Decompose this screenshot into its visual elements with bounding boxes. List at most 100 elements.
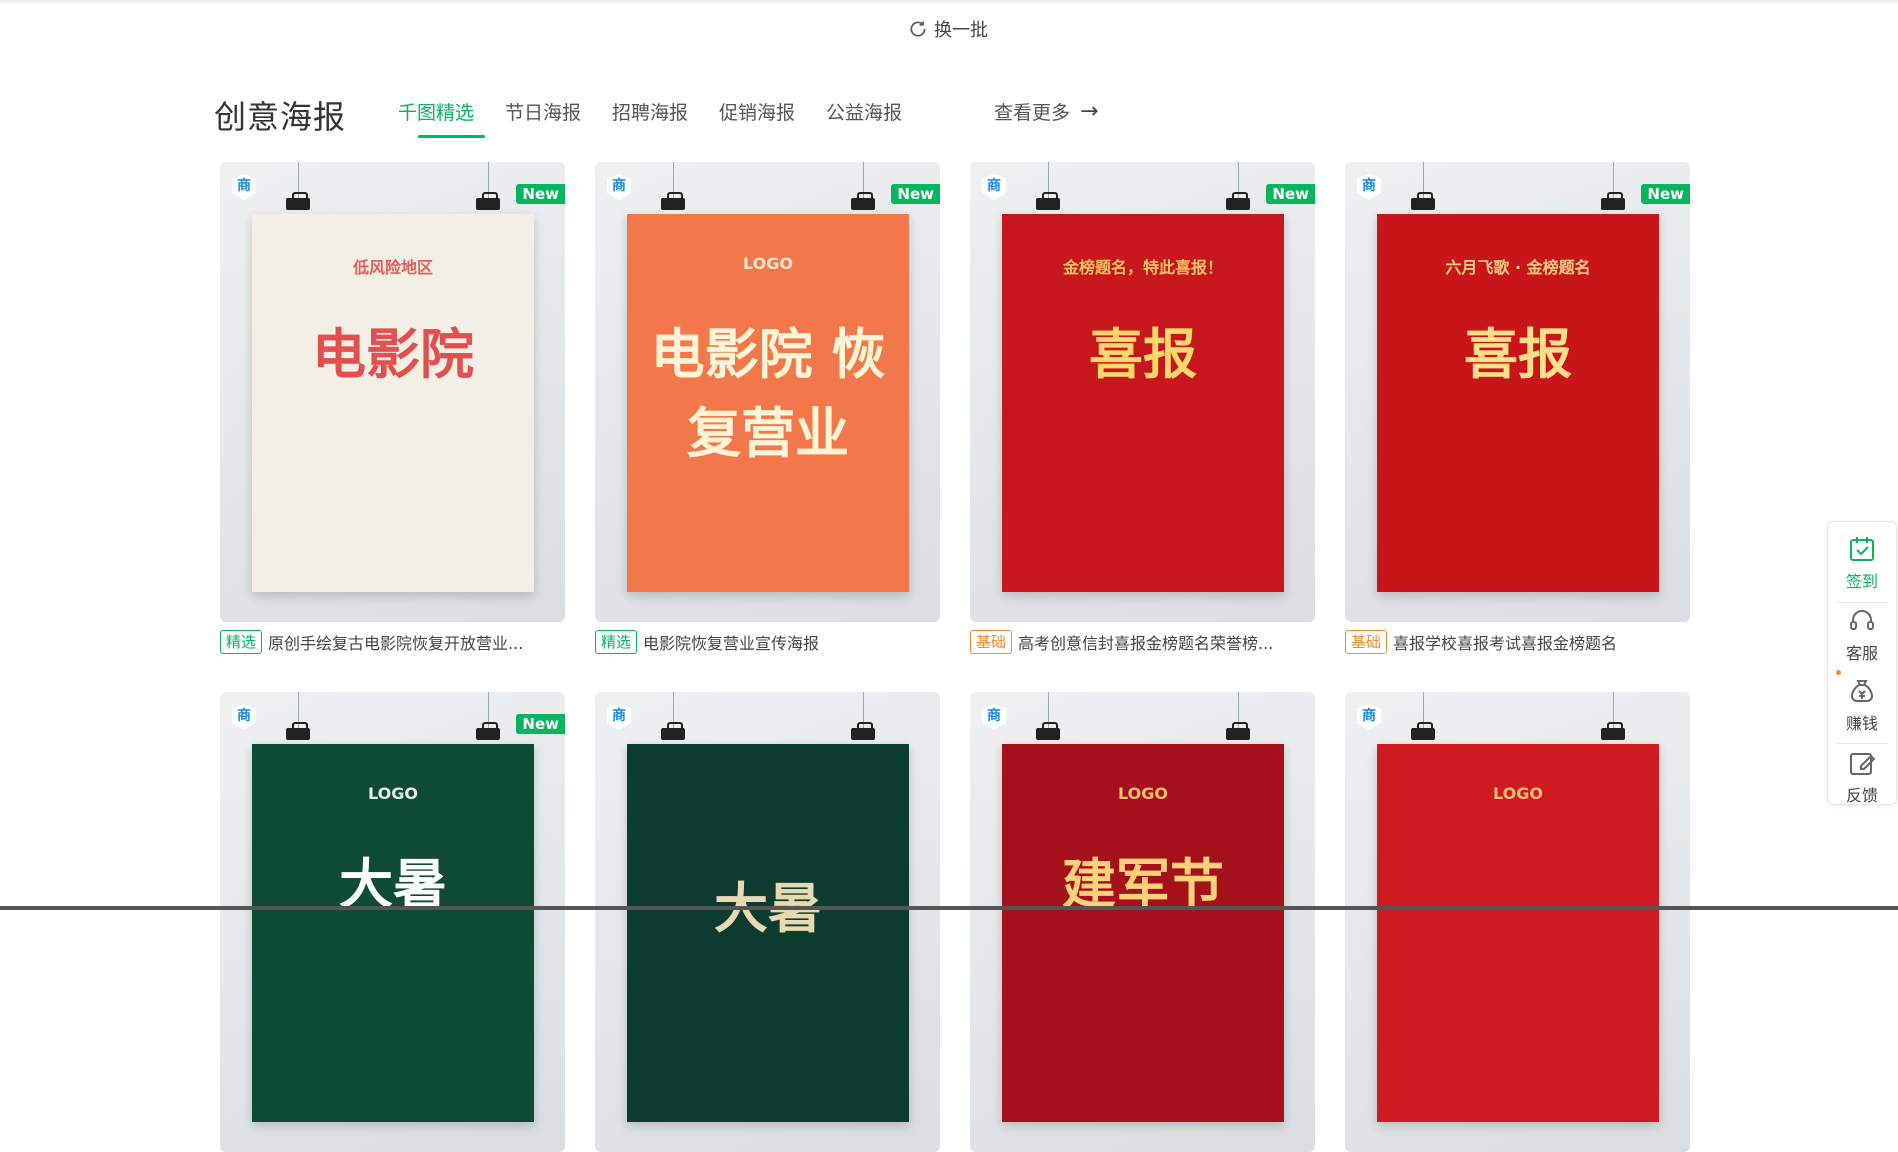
headset-icon — [1850, 610, 1874, 630]
poster-title-text: 电影院 恢复营业 — [650, 323, 886, 465]
card-caption[interactable]: 基础 高考创意信封喜报金榜题名荣誉榜... — [970, 630, 1273, 654]
template-card[interactable]: 商 New 电影院 低风险地区 — [220, 162, 565, 622]
poster-preview: 建军节 LOGO — [1002, 744, 1284, 1122]
view-more-label: 查看更多 — [994, 102, 1071, 124]
template-card[interactable]: 商 New 喜报 六月飞歌 · 金榜题名 — [1345, 162, 1690, 622]
basic-tag: 基础 — [1345, 630, 1388, 654]
poster-preview: 电影院 恢复营业 LOGO — [627, 214, 909, 592]
poster-sub-text: LOGO — [1118, 784, 1168, 803]
binder-clip — [476, 192, 500, 210]
poster-sub-text: 金榜题名，特此喜报！ — [1062, 258, 1223, 277]
commercial-badge: 商 — [1357, 704, 1381, 730]
poster-title-text: 电影院 — [312, 323, 474, 386]
customer-service-button[interactable]: 客服 — [1828, 606, 1896, 664]
binder-clip — [286, 722, 310, 740]
refresh-icon — [910, 21, 926, 37]
money-bag-icon — [1850, 680, 1874, 702]
poster-preview: 电影院 低风险地区 — [252, 214, 534, 592]
commercial-badge: 商 — [982, 174, 1006, 200]
edit-feedback-icon — [1850, 753, 1876, 775]
divider — [1836, 602, 1888, 603]
card-caption[interactable]: 精选 电影院恢复营业宣传海报 — [595, 630, 819, 654]
new-badge: New — [516, 184, 565, 204]
tab-promotion[interactable]: 促销海报 — [719, 98, 826, 130]
refresh-label: 换一批 — [934, 20, 988, 41]
binder-clip — [476, 722, 500, 740]
commercial-badge: 商 — [232, 704, 256, 730]
binder-clip — [1036, 192, 1060, 210]
binder-clip — [851, 722, 875, 740]
bottom-border — [0, 906, 1898, 910]
divider — [1836, 743, 1888, 744]
commercial-badge: 商 — [982, 704, 1006, 730]
template-card[interactable]: 商 New 大暑 LOGO — [220, 692, 565, 1152]
template-card[interactable]: 商 LOGO — [1345, 692, 1690, 1152]
commercial-badge: 商 — [232, 174, 256, 200]
template-card[interactable]: 商 大暑 — [595, 692, 940, 1152]
binder-clip — [1226, 192, 1250, 210]
featured-tag: 精选 — [595, 630, 638, 654]
notification-dot — [1836, 670, 1841, 675]
poster-preview: 大暑 — [627, 744, 909, 1122]
binder-clip — [1036, 722, 1060, 740]
top-shadow — [0, 0, 1898, 4]
arrow-right-icon: → — [1080, 99, 1099, 124]
commercial-badge: 商 — [1357, 174, 1381, 200]
card-title: 原创手绘复古电影院恢复开放营业... — [268, 634, 524, 653]
poster-preview: LOGO — [1377, 744, 1659, 1122]
poster-sub-text: LOGO — [1493, 784, 1543, 803]
refresh-batch-button[interactable]: 换一批 — [908, 16, 988, 42]
earn-money-button[interactable]: 赚钱 — [1828, 676, 1896, 734]
poster-sub-text: 六月飞歌 · 金榜题名 — [1445, 258, 1591, 277]
binder-clip — [1411, 722, 1435, 740]
binder-clip — [1601, 192, 1625, 210]
section-title: 创意海报 — [214, 98, 347, 136]
card-title: 喜报学校喜报考试喜报金榜题名 — [1393, 634, 1618, 653]
new-badge: New — [1641, 184, 1690, 204]
template-card[interactable]: 商 New 喜报 金榜题名，特此喜报！ — [970, 162, 1315, 622]
checkin-button[interactable]: 签到 — [1828, 534, 1896, 592]
featured-tag: 精选 — [220, 630, 263, 654]
floating-sidebar: 签到 客服 赚钱 反馈 — [1827, 521, 1897, 805]
earn-money-label: 赚钱 — [1845, 714, 1878, 733]
commercial-badge: 商 — [607, 174, 631, 200]
new-badge: New — [1266, 184, 1315, 204]
card-caption[interactable]: 精选 原创手绘复古电影院恢复开放营业... — [220, 630, 523, 654]
poster-sub-text: LOGO — [743, 254, 793, 273]
calendar-check-icon — [1850, 537, 1874, 561]
view-more-link[interactable]: 查看更多 → — [994, 98, 1098, 125]
binder-clip — [661, 192, 685, 210]
poster-preview: 喜报 六月飞歌 · 金榜题名 — [1377, 214, 1659, 592]
tab-public-welfare[interactable]: 公益海报 — [826, 98, 933, 130]
basic-tag: 基础 — [970, 630, 1013, 654]
poster-title-text: 喜报 — [1089, 323, 1197, 386]
card-caption[interactable]: 基础 喜报学校喜报考试喜报金榜题名 — [1345, 630, 1617, 654]
tab-recruitment[interactable]: 招聘海报 — [612, 98, 719, 130]
poster-preview: 喜报 金榜题名，特此喜报！ — [1002, 214, 1284, 592]
binder-clip — [286, 192, 310, 210]
tab-featured[interactable]: 千图精选 — [398, 98, 505, 138]
template-card[interactable]: 商 New 电影院 恢复营业 LOGO — [595, 162, 940, 622]
feedback-label: 反馈 — [1845, 786, 1878, 805]
card-title: 高考创意信封喜报金榜题名荣誉榜... — [1018, 634, 1274, 653]
commercial-badge: 商 — [607, 704, 631, 730]
template-card[interactable]: 商 建军节 LOGO — [970, 692, 1315, 1152]
poster-title-text: 大暑 — [714, 877, 822, 940]
binder-clip — [1226, 722, 1250, 740]
poster-preview: 大暑 LOGO — [252, 744, 534, 1122]
category-tabs: 千图精选 节日海报 招聘海报 促销海报 公益海报 — [398, 98, 933, 138]
binder-clip — [661, 722, 685, 740]
tab-holiday[interactable]: 节日海报 — [505, 98, 612, 130]
binder-clip — [851, 192, 875, 210]
feedback-button[interactable]: 反馈 — [1828, 748, 1896, 806]
customer-service-label: 客服 — [1845, 644, 1878, 663]
new-badge: New — [891, 184, 940, 204]
poster-sub-text: 低风险地区 — [352, 258, 433, 277]
new-badge: New — [516, 714, 565, 734]
binder-clip — [1601, 722, 1625, 740]
poster-title-text: 喜报 — [1464, 323, 1572, 386]
checkin-label: 签到 — [1845, 572, 1878, 591]
card-title: 电影院恢复营业宣传海报 — [643, 634, 820, 653]
poster-sub-text: LOGO — [368, 784, 418, 803]
binder-clip — [1411, 192, 1435, 210]
